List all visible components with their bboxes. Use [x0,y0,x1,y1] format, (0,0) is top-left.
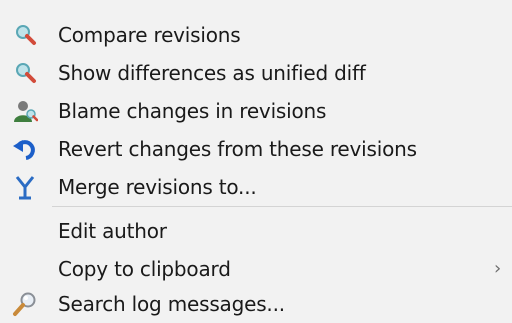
menu-item-copy-to-clipboard[interactable]: Copy to clipboard › [0,250,512,288]
menu-item-label: Compare revisions [58,23,241,47]
menu-item-label: Merge revisions to... [58,175,257,199]
menu-item-label: Revert changes from these revisions [58,137,417,161]
magnifier-compare-icon [10,20,40,50]
menu-item-label: Blame changes in revisions [58,99,327,123]
menu-item-unified-diff[interactable]: Show differences as unified diff [0,54,512,92]
menu-item-blame-changes[interactable]: Blame changes in revisions [0,92,512,130]
menu-item-label: Show differences as unified diff [58,61,366,85]
context-menu: Compare revisions Show differences as un… [0,0,512,323]
menu-item-edit-author[interactable]: Edit author [0,212,512,250]
menu-item-label: Search log messages... [58,292,285,316]
menu-item-label: Copy to clipboard [58,257,231,281]
submenu-arrow-icon: › [494,258,502,279]
merge-icon [10,172,40,202]
menu-item-compare-revisions[interactable]: Compare revisions [0,16,512,54]
menu-item-revert-changes[interactable]: Revert changes from these revisions [0,130,512,168]
menu-separator [52,206,512,207]
menu-item-merge-revisions[interactable]: Merge revisions to... [0,168,512,206]
menu-item-search-log-messages[interactable]: Search log messages... [0,285,512,323]
search-log-icon [10,289,40,319]
revert-arrow-icon [10,134,40,164]
blame-person-icon [10,96,40,126]
menu-item-label: Edit author [58,219,167,243]
magnifier-diff-icon [10,58,40,88]
